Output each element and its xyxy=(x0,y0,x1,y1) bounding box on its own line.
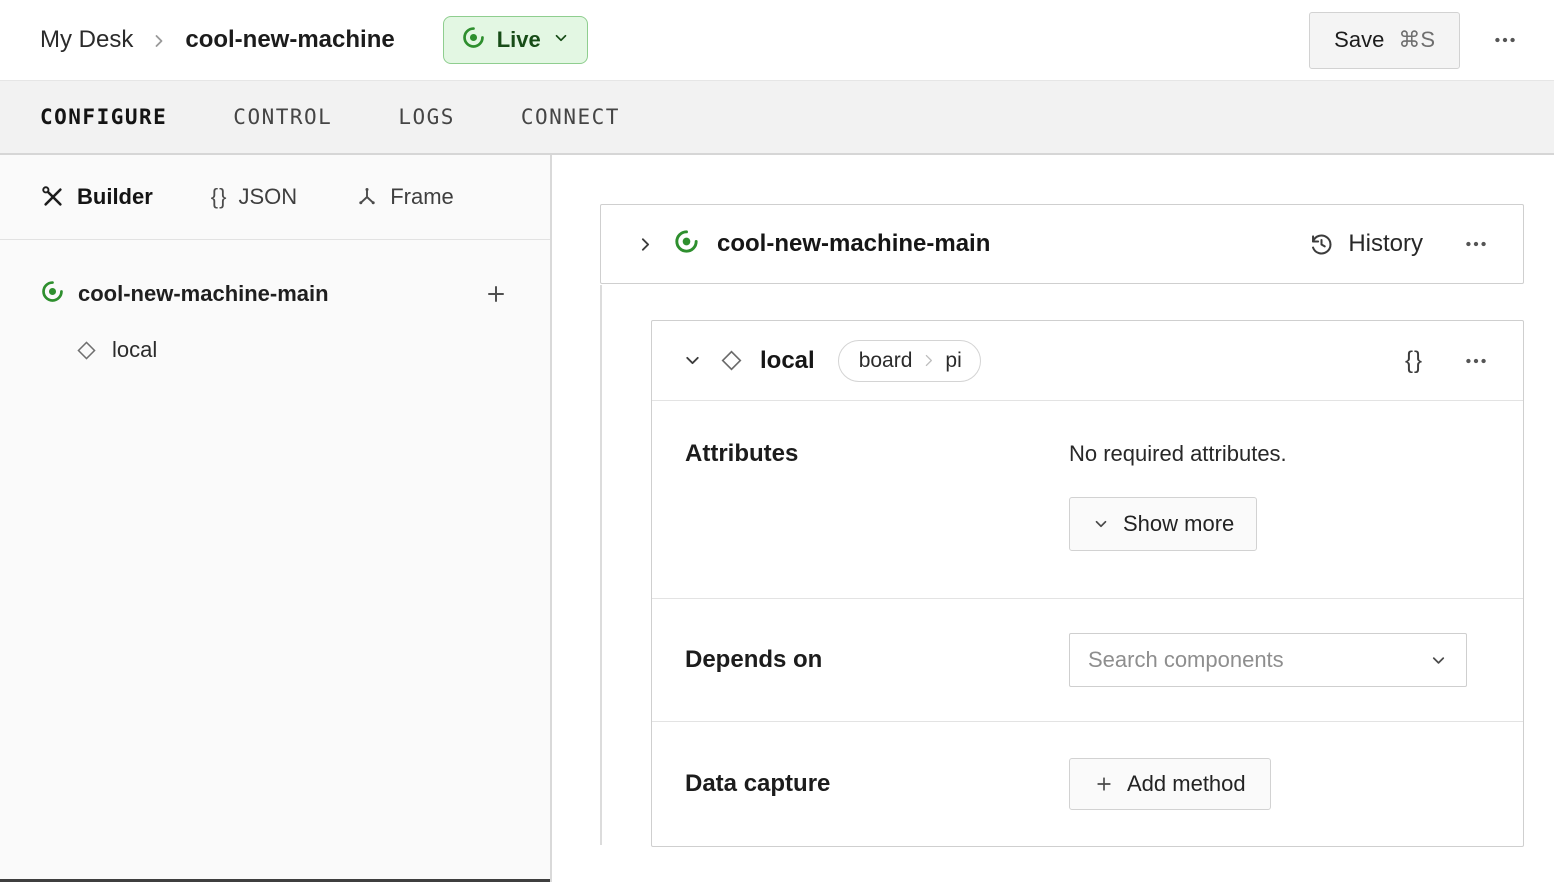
header-overflow-menu-button[interactable] xyxy=(1486,21,1524,59)
attributes-section: Attributes No required attributes. Show … xyxy=(652,401,1523,598)
add-method-label: Add method xyxy=(1127,771,1246,797)
chevron-right-icon xyxy=(149,31,169,51)
tab-control[interactable]: CONTROL xyxy=(233,105,332,129)
attributes-empty-text: No required attributes. xyxy=(1069,439,1287,469)
machine-tree: cool-new-machine-main local xyxy=(0,240,550,378)
tree-item-local[interactable]: local xyxy=(0,322,550,378)
tab-logs[interactable]: LOGS xyxy=(398,105,455,129)
component-type: board xyxy=(859,349,913,373)
breadcrumb-root-link[interactable]: My Desk xyxy=(40,26,133,54)
save-button[interactable]: Save ⌘S xyxy=(1309,12,1460,69)
breadcrumb-current: cool-new-machine xyxy=(185,26,394,54)
mode-frame-label: Frame xyxy=(390,184,454,210)
component-diamond-icon xyxy=(720,349,743,372)
body: Builder {} JSON Frame xyxy=(0,155,1554,882)
history-button[interactable]: History xyxy=(1308,230,1423,258)
breadcrumb: My Desk cool-new-machine xyxy=(40,26,395,54)
live-broadcast-icon xyxy=(461,25,486,56)
expand-chevron-right-icon[interactable] xyxy=(635,234,656,255)
plus-icon xyxy=(484,282,508,306)
ellipsis-icon xyxy=(1463,231,1489,257)
component-card-header: local board pi {} xyxy=(652,321,1523,401)
chevron-down-icon xyxy=(1092,515,1110,533)
mode-builder[interactable]: Builder xyxy=(40,184,153,210)
chevron-down-icon xyxy=(552,27,570,53)
depends-on-select[interactable]: Search components xyxy=(1069,633,1467,687)
tree-item-label: cool-new-machine-main xyxy=(78,281,329,307)
component-model: pi xyxy=(945,349,961,373)
live-status-label: Live xyxy=(497,27,541,53)
mode-builder-label: Builder xyxy=(77,184,153,210)
show-more-button[interactable]: Show more xyxy=(1069,497,1257,551)
tree-item-label: local xyxy=(112,337,157,363)
live-status-dropdown[interactable]: Live xyxy=(443,16,588,64)
chevron-right-icon xyxy=(920,352,937,369)
ellipsis-icon xyxy=(1463,348,1489,374)
component-card: local board pi {} xyxy=(651,320,1524,847)
config-mode-bar: Builder {} JSON Frame xyxy=(0,155,550,240)
braces-icon: {} xyxy=(211,184,228,210)
machine-broadcast-icon xyxy=(40,279,65,309)
tab-connect[interactable]: CONNECT xyxy=(521,105,620,129)
depends-on-section: Depends on Search components xyxy=(652,598,1523,721)
ellipsis-icon xyxy=(1492,27,1518,53)
machine-card-menu-button[interactable] xyxy=(1457,225,1495,263)
tab-configure[interactable]: CONFIGURE xyxy=(40,105,167,129)
primary-tab-bar: CONFIGURE CONTROL LOGS CONNECT xyxy=(0,81,1554,155)
component-card-actions: {} xyxy=(1405,342,1495,380)
machine-broadcast-icon xyxy=(673,228,700,260)
main-content: cool-new-machine-main History xyxy=(552,155,1554,882)
machine-card: cool-new-machine-main History xyxy=(600,204,1524,284)
add-component-button[interactable] xyxy=(478,276,514,312)
add-method-button[interactable]: Add method xyxy=(1069,758,1271,810)
mode-frame[interactable]: Frame xyxy=(355,184,454,210)
depends-on-label: Depends on xyxy=(685,645,1069,675)
component-card-title: local xyxy=(760,347,815,375)
collapse-chevron-down-icon[interactable] xyxy=(682,350,703,371)
plus-icon xyxy=(1094,774,1114,794)
header: My Desk cool-new-machine Live Save ⌘S xyxy=(0,0,1554,81)
data-capture-label: Data capture xyxy=(685,769,1069,799)
mode-json[interactable]: {} JSON xyxy=(211,184,297,210)
save-shortcut-hint: ⌘S xyxy=(1398,27,1435,53)
attributes-content: No required attributes. Show more xyxy=(1069,439,1287,551)
tools-icon xyxy=(40,184,66,210)
component-type-badge: board pi xyxy=(838,340,981,382)
frame-axes-icon xyxy=(355,185,379,209)
machine-card-title: cool-new-machine-main xyxy=(717,230,990,258)
tree-connector-line xyxy=(600,285,602,845)
chevron-down-icon xyxy=(1429,651,1448,670)
machine-card-actions: History xyxy=(1308,225,1495,263)
app-window: My Desk cool-new-machine Live Save ⌘S CO… xyxy=(0,0,1554,882)
save-button-label: Save xyxy=(1334,27,1384,53)
component-diamond-icon xyxy=(76,340,97,361)
sidebar: Builder {} JSON Frame xyxy=(0,155,552,882)
component-card-menu-button[interactable] xyxy=(1457,342,1495,380)
edit-json-button[interactable]: {} xyxy=(1405,347,1423,375)
mode-json-label: JSON xyxy=(239,184,298,210)
show-more-label: Show more xyxy=(1123,511,1234,537)
history-clock-icon xyxy=(1308,231,1335,258)
depends-on-placeholder: Search components xyxy=(1088,647,1284,673)
history-button-label: History xyxy=(1348,230,1423,258)
attributes-label: Attributes xyxy=(685,439,1069,469)
data-capture-section: Data capture Add method xyxy=(652,721,1523,846)
tree-item-machine-main[interactable]: cool-new-machine-main xyxy=(0,266,550,322)
